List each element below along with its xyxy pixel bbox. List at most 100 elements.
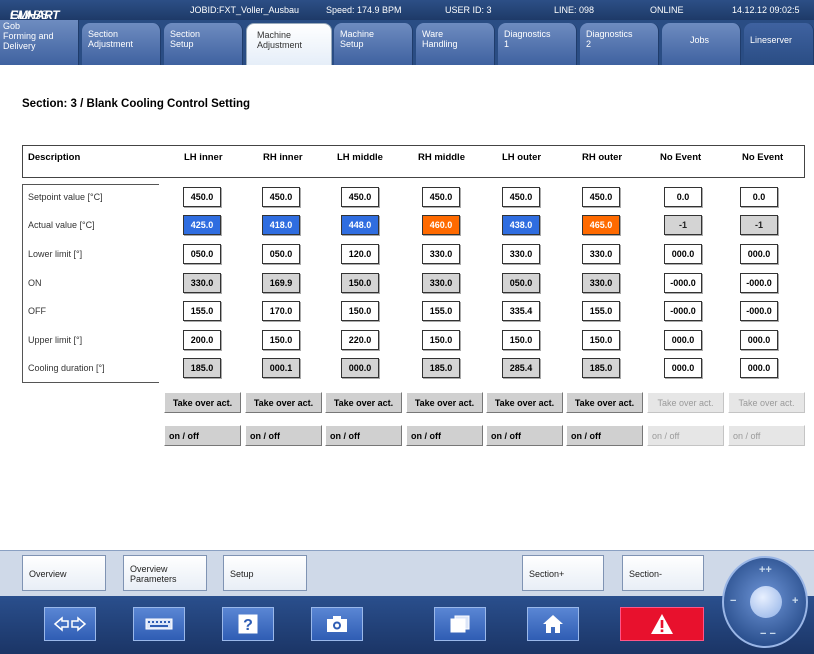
tab-machine-setup[interactable]: Machine Setup [334,23,413,65]
row-label-upper-limit: Upper limit [°] [28,335,83,345]
on-value-rh-middle: 330.0 [422,273,460,293]
description-header: Description [28,152,81,163]
on-value-lh-outer: 050.0 [502,273,540,293]
setpoint-field-rh-inner[interactable]: 450.0 [262,187,300,207]
dial-hub[interactable] [750,586,782,618]
lower-limit-field-no-event-1[interactable]: 000.0 [664,244,702,264]
tab-machine-adjustment[interactable]: Machine Adjustment [246,23,332,67]
tab-gob-forming[interactable]: Gob Forming and Delivery [0,20,79,65]
take-over-button-rh-middle[interactable]: Take over act. [406,392,483,413]
upper-limit-field-lh-outer[interactable]: 150.0 [502,330,540,350]
lower-limit-field-lh-middle[interactable]: 120.0 [341,244,379,264]
row-label-on: ON [28,278,42,288]
setpoint-field-no-event-1[interactable]: 0.0 [664,187,702,207]
upper-limit-field-no-event-2[interactable]: 000.0 [740,330,778,350]
upper-limit-field-rh-inner[interactable]: 150.0 [262,330,300,350]
help-icon[interactable]: ? [222,607,274,641]
on-off-button-lh-middle[interactable]: on / off [325,425,402,446]
section-plus-button[interactable]: Section+ [522,555,604,591]
lower-limit-field-no-event-2[interactable]: 000.0 [740,244,778,264]
off-field-lh-inner[interactable]: 155.0 [183,301,221,321]
upper-limit-field-lh-inner[interactable]: 200.0 [183,330,221,350]
tab-section-adjustment[interactable]: Section Adjustment [82,23,161,65]
col-header-lh-outer: LH outer [502,152,542,163]
window-icon[interactable] [434,607,486,641]
off-field-rh-outer[interactable]: 155.0 [582,301,620,321]
take-over-button-lh-middle[interactable]: Take over act. [325,392,402,413]
take-over-button-lh-outer[interactable]: Take over act. [486,392,563,413]
setpoint-field-lh-middle[interactable]: 450.0 [341,187,379,207]
upper-limit-field-rh-middle[interactable]: 150.0 [422,330,460,350]
keyboard-icon[interactable] [133,607,185,641]
actual-value-lh-outer: 438.0 [502,215,540,235]
alarm-icon[interactable] [620,607,704,641]
upper-limit-field-rh-outer[interactable]: 150.0 [582,330,620,350]
actual-value-rh-inner: 418.0 [262,215,300,235]
on-field-no-event-2[interactable]: -000.0 [740,273,778,293]
off-field-no-event-2[interactable]: -000.0 [740,301,778,321]
take-over-button-no-event-2[interactable]: Take over act. [728,392,805,413]
on-off-button-no-event-2[interactable]: on / off [728,425,805,446]
take-over-button-rh-outer[interactable]: Take over act. [566,392,643,413]
on-off-button-rh-middle[interactable]: on / off [406,425,483,446]
on-off-button-lh-outer[interactable]: on / off [486,425,563,446]
setpoint-field-rh-outer[interactable]: 450.0 [582,187,620,207]
overview-button[interactable]: Overview [22,555,106,591]
setpoint-field-rh-middle[interactable]: 450.0 [422,187,460,207]
off-field-lh-outer[interactable]: 335.4 [502,301,540,321]
upper-limit-field-lh-middle[interactable]: 220.0 [341,330,379,350]
take-over-button-no-event-1[interactable]: Take over act. [647,392,724,413]
lower-limit-field-lh-outer[interactable]: 330.0 [502,244,540,264]
cooling-duration-field-no-event-1[interactable]: 000.0 [664,358,702,378]
col-header-no-event-2: No Event [742,152,784,163]
setup-button[interactable]: Setup [223,555,307,591]
tab-diagnostics-1[interactable]: Diagnostics 1 [498,23,577,65]
on-off-button-lh-inner[interactable]: on / off [164,425,241,446]
minus-minus-icon[interactable]: − − [760,628,776,640]
swap-arrows-icon[interactable] [44,607,96,641]
lower-limit-field-rh-outer[interactable]: 330.0 [582,244,620,264]
tab-diagnostics-2[interactable]: Diagnostics 2 [580,23,659,65]
lower-limit-field-rh-middle[interactable]: 330.0 [422,244,460,264]
plus-plus-icon[interactable]: ++ [759,564,772,576]
on-off-button-rh-outer[interactable]: on / off [566,425,643,446]
take-over-button-lh-inner[interactable]: Take over act. [164,392,241,413]
main-tabs: Gob Forming and Delivery Section Adjustm… [0,20,814,67]
setpoint-field-lh-outer[interactable]: 450.0 [502,187,540,207]
on-off-button-no-event-1[interactable]: on / off [647,425,724,446]
actual-value-lh-inner: 425.0 [183,215,221,235]
navigation-dial[interactable]: ++ − + − − [722,556,808,648]
off-field-lh-middle[interactable]: 150.0 [341,301,379,321]
actual-value-lh-middle: 448.0 [341,215,379,235]
speed-readout: Speed: 174.9 BPM [326,5,402,15]
plus-icon[interactable]: + [792,595,798,607]
home-icon[interactable] [527,607,579,641]
on-off-button-rh-inner[interactable]: on / off [245,425,322,446]
col-header-rh-inner: RH inner [263,152,303,163]
on-value-lh-middle: 150.0 [341,273,379,293]
lower-limit-field-lh-inner[interactable]: 050.0 [183,244,221,264]
tab-lineserver[interactable]: Lineserver [744,23,814,65]
title-bar: EMHART GLASS JOBID:FXT_Voller_Ausbau Spee… [0,0,814,22]
on-field-no-event-1[interactable]: -000.0 [664,273,702,293]
col-header-rh-outer: RH outer [582,152,623,163]
tab-jobs[interactable]: Jobs [662,23,741,65]
take-over-button-rh-inner[interactable]: Take over act. [245,392,322,413]
overview-parameters-button[interactable]: Overview Parameters [123,555,207,591]
camera-icon[interactable] [311,607,363,641]
lower-limit-field-rh-inner[interactable]: 050.0 [262,244,300,264]
cooling-duration-field-no-event-2[interactable]: 000.0 [740,358,778,378]
tab-ware-handling[interactable]: Ware Handling [416,23,495,65]
setpoint-field-no-event-2[interactable]: 0.0 [740,187,778,207]
setpoint-field-lh-inner[interactable]: 450.0 [183,187,221,207]
off-field-rh-middle[interactable]: 155.0 [422,301,460,321]
bottom-toolbar: ? [0,596,814,654]
date-time: 14.12.12 09:02:5 [732,5,800,15]
upper-limit-field-no-event-1[interactable]: 000.0 [664,330,702,350]
off-field-no-event-1[interactable]: -000.0 [664,301,702,321]
off-field-rh-inner[interactable]: 170.0 [262,301,300,321]
section-minus-button[interactable]: Section- [622,555,704,591]
tab-section-setup[interactable]: Section Setup [164,23,243,65]
cooling-duration-lh-middle: 000.0 [341,358,379,378]
minus-icon[interactable]: − [730,595,736,607]
